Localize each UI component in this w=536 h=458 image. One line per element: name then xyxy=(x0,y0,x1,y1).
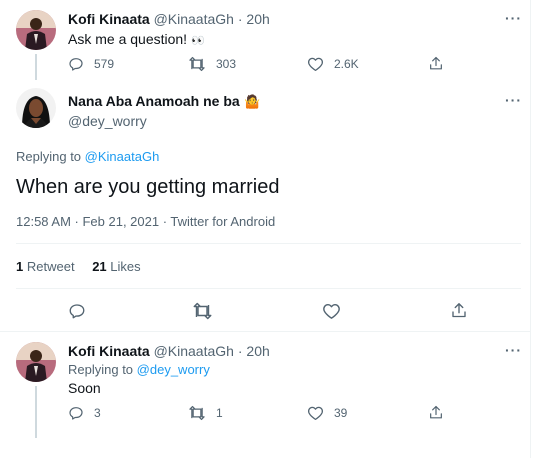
thread-line xyxy=(35,386,37,438)
retweet-stat[interactable]: 1 Retweet xyxy=(16,259,78,274)
tweet-time[interactable]: 20h xyxy=(246,11,269,27)
avatar-kofi-kinaata[interactable] xyxy=(16,10,56,50)
retweet-icon xyxy=(188,56,206,72)
divider xyxy=(16,243,521,244)
author-handle[interactable]: @KinaataGh xyxy=(154,343,234,359)
separator: · xyxy=(237,343,243,359)
reply-icon xyxy=(68,302,86,320)
eyes-emoji: 👀 xyxy=(190,35,205,47)
reply-text: Soon xyxy=(68,380,101,396)
reply-button[interactable]: 3 xyxy=(68,405,101,421)
author-name[interactable]: Kofi Kinaata xyxy=(68,343,150,359)
author-name[interactable]: Nana Aba Anamoah ne ba xyxy=(68,93,240,109)
main-author: Nana Aba Anamoah ne ba 🤷 xyxy=(68,93,260,111)
retweet-icon xyxy=(192,302,213,320)
retweet-stat-label: Retweet xyxy=(26,259,75,274)
engagement-stats: 1 Retweet 21 Likes xyxy=(16,259,141,274)
tweet-timestamp[interactable]: 12:58 AM · Feb 21, 2021 · Twitter for An… xyxy=(16,214,275,229)
like-button[interactable] xyxy=(322,302,341,320)
tweet-text: Ask me a question! 👀 xyxy=(68,31,205,47)
divider xyxy=(16,288,521,289)
like-icon xyxy=(322,302,341,320)
like-button[interactable]: 2.6K xyxy=(307,56,359,72)
author-handle[interactable]: @dey_worry xyxy=(68,113,147,129)
retweet-icon xyxy=(188,405,206,421)
more-icon[interactable]: ··· xyxy=(505,342,522,358)
main-tweet-text: When are you getting married xyxy=(16,176,280,198)
divider xyxy=(0,331,530,332)
like-button[interactable]: 39 xyxy=(307,405,347,421)
share-button[interactable] xyxy=(428,55,444,72)
retweet-button[interactable]: 1 xyxy=(188,405,223,421)
author-name[interactable]: Kofi Kinaata xyxy=(68,11,150,27)
reply-button[interactable] xyxy=(68,302,86,320)
reply-icon xyxy=(68,56,84,72)
reply-button[interactable]: 579 xyxy=(68,56,114,72)
avatar-kofi-kinaata[interactable] xyxy=(16,342,56,382)
tweet-time[interactable]: 20h xyxy=(246,343,269,359)
like-stat[interactable]: 21 Likes xyxy=(92,259,140,274)
tweet-text-body: Ask me a question! xyxy=(68,31,188,47)
share-icon xyxy=(428,55,444,72)
author-handle[interactable]: @KinaataGh xyxy=(154,11,234,27)
replying-to: Replying to @dey_worry xyxy=(68,362,210,377)
like-stat-count: 21 xyxy=(92,259,107,274)
share-button[interactable] xyxy=(450,301,468,320)
retweet-stat-count: 1 xyxy=(16,259,24,274)
replying-to-link[interactable]: @dey_worry xyxy=(137,362,210,377)
like-stat-label: Likes xyxy=(110,259,141,274)
like-count: 39 xyxy=(334,406,348,420)
like-count: 2.6K xyxy=(334,57,359,71)
avatar-nana-aba[interactable] xyxy=(16,88,56,128)
replying-to-link[interactable]: @KinaataGh xyxy=(85,149,160,164)
more-icon[interactable]: ··· xyxy=(505,10,522,26)
like-icon xyxy=(307,405,324,421)
thread-line xyxy=(35,54,37,80)
replying-prefix: Replying to xyxy=(68,362,134,377)
share-icon xyxy=(428,404,444,421)
more-icon[interactable]: ··· xyxy=(505,92,522,108)
right-border xyxy=(530,0,531,458)
separator: · xyxy=(237,11,243,27)
shrug-emoji: 🤷 xyxy=(244,94,261,109)
retweet-button[interactable]: 303 xyxy=(188,56,236,72)
reply-icon xyxy=(68,405,84,421)
share-icon xyxy=(450,301,468,320)
reply-count: 3 xyxy=(94,406,101,420)
tweet1-header: Kofi Kinaata @KinaataGh · 20h xyxy=(68,11,270,27)
like-icon xyxy=(307,56,324,72)
retweet-count: 1 xyxy=(216,406,223,420)
reply-header: Kofi Kinaata @KinaataGh · 20h xyxy=(68,343,270,359)
retweet-button[interactable] xyxy=(192,302,213,320)
replying-prefix: Replying to xyxy=(16,149,82,164)
retweet-count: 303 xyxy=(216,57,237,71)
reply-count: 579 xyxy=(94,57,115,71)
share-button[interactable] xyxy=(428,404,444,421)
replying-to: Replying to @KinaataGh xyxy=(16,149,159,164)
